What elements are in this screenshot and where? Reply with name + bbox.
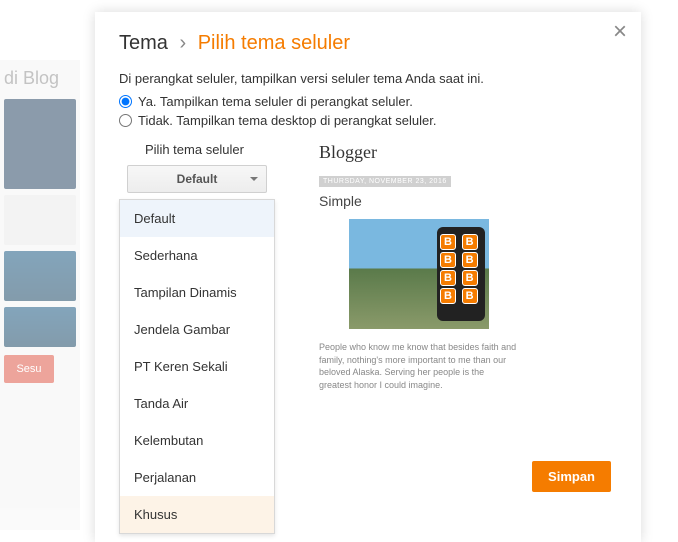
save-button[interactable]: Simpan <box>532 461 611 492</box>
chevron-down-icon <box>250 177 258 181</box>
preview-date: THURSDAY, NOVEMBER 23, 2016 <box>319 176 451 187</box>
theme-dropdown-list: Default Sederhana Tampilan Dinamis Jende… <box>119 199 275 534</box>
breadcrumb-current: Pilih tema seluler <box>198 32 350 54</box>
preview-header: Blogger <box>319 142 519 163</box>
blogger-icon: B <box>440 288 456 304</box>
radio-no-input[interactable] <box>119 114 132 127</box>
blogger-icon: B <box>440 270 456 286</box>
bg-button: Sesu <box>4 355 54 383</box>
blogger-icon: B <box>462 252 478 268</box>
bg-thumbnail <box>4 307 76 347</box>
dropdown-item-jendela-gambar[interactable]: Jendela Gambar <box>120 311 274 348</box>
dropdown-item-perjalanan[interactable]: Perjalanan <box>120 459 274 496</box>
radio-yes-label: Ya. Tampilkan tema seluler di perangkat … <box>138 94 413 109</box>
left-column: Pilih tema seluler Default Default Seder… <box>119 142 299 534</box>
dropdown-item-tanda-air[interactable]: Tanda Air <box>120 385 274 422</box>
dropdown-item-kelembutan[interactable]: Kelembutan <box>120 422 274 459</box>
intro-text: Di perangkat seluler, tampilkan versi se… <box>119 71 617 86</box>
breadcrumb-root[interactable]: Tema <box>119 32 168 54</box>
breadcrumb: Tema › Pilih tema seluler <box>119 32 617 55</box>
blogger-icon: B <box>440 252 456 268</box>
theme-dropdown-button[interactable]: Default <box>127 165 267 193</box>
background-sidebar: di Blog Sesu <box>0 60 80 530</box>
dropdown-label: Pilih tema seluler <box>145 142 299 157</box>
theme-preview: Blogger THURSDAY, NOVEMBER 23, 2016 Simp… <box>319 142 519 391</box>
bg-thumbnail <box>4 195 76 245</box>
dropdown-selected-text: Default <box>177 172 218 186</box>
preview-body-text: People who know me know that besides fai… <box>319 341 519 391</box>
dropdown-item-tampilan-dinamis[interactable]: Tampilan Dinamis <box>120 274 274 311</box>
dropdown-item-sederhana[interactable]: Sederhana <box>120 237 274 274</box>
radio-no-label: Tidak. Tampilkan tema desktop di perangk… <box>138 113 436 128</box>
radio-option-yes[interactable]: Ya. Tampilkan tema seluler di perangkat … <box>119 94 617 109</box>
close-icon[interactable]: × <box>613 18 627 46</box>
blogger-icon: B <box>440 234 456 250</box>
modal-dialog: × Tema › Pilih tema seluler Di perangkat… <box>95 12 641 542</box>
preview-image: B B B B B B B B <box>349 219 489 329</box>
blogger-icon: B <box>462 234 478 250</box>
radio-yes-input[interactable] <box>119 95 132 108</box>
bg-thumbnail <box>4 251 76 301</box>
radio-option-no[interactable]: Tidak. Tampilkan tema desktop di perangk… <box>119 113 617 128</box>
preview-post-title: Simple <box>319 193 519 209</box>
bg-title: di Blog <box>4 68 76 89</box>
bg-thumbnail <box>4 99 76 189</box>
blogger-icon: B <box>462 270 478 286</box>
dropdown-item-khusus[interactable]: Khusus <box>120 496 274 533</box>
breadcrumb-separator: › <box>179 32 186 54</box>
dropdown-item-pt-keren-sekali[interactable]: PT Keren Sekali <box>120 348 274 385</box>
preview-stickers: B B B B B B B B <box>439 233 483 305</box>
blogger-icon: B <box>462 288 478 304</box>
dropdown-item-default[interactable]: Default <box>120 200 274 237</box>
